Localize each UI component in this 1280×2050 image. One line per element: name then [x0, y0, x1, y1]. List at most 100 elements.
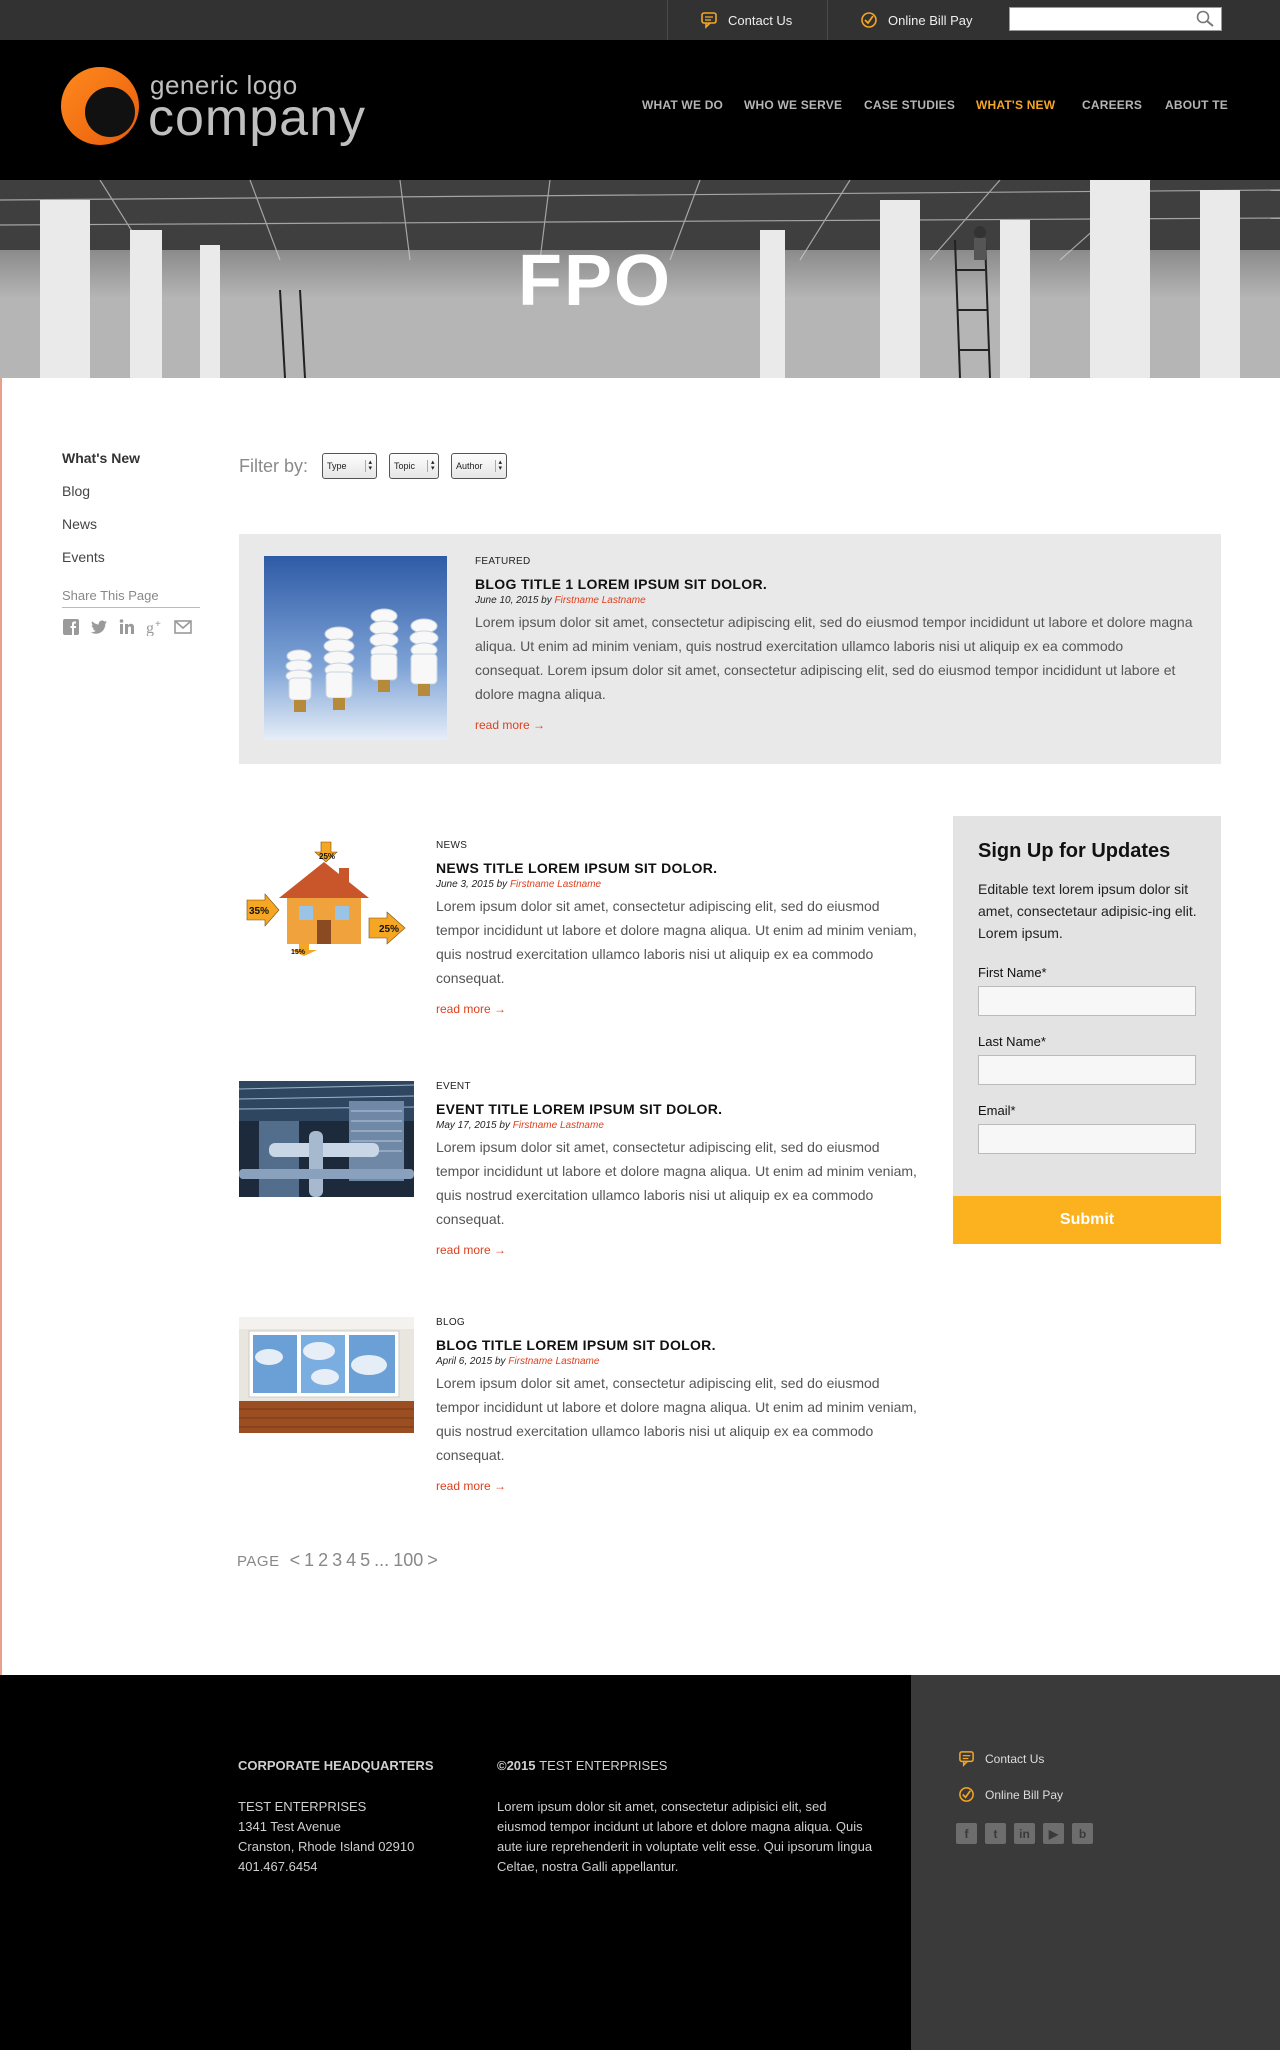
prev-page-button[interactable]: <: [290, 1550, 301, 1571]
post-type-label: BLOG: [436, 1317, 465, 1328]
author-select-value: Author: [456, 461, 483, 471]
house-roof-percent: 25%: [319, 852, 335, 861]
post-date: June 10, 2015: [475, 595, 539, 606]
read-more-link[interactable]: read more →: [436, 1479, 506, 1493]
twitter-icon[interactable]: t: [985, 1823, 1006, 1844]
sidebar-item-news[interactable]: News: [62, 514, 202, 547]
post-by: by: [541, 595, 552, 606]
search-input[interactable]: [1010, 8, 1185, 30]
nav-case-studies[interactable]: CASE STUDIES: [864, 98, 955, 112]
blog-icon[interactable]: b: [1072, 1823, 1093, 1844]
last-name-field[interactable]: [978, 1055, 1196, 1085]
post-author[interactable]: Firstname Lastname: [513, 1120, 604, 1131]
nav-careers[interactable]: CAREERS: [1082, 98, 1142, 112]
filter-bar: Filter by: Type ▴ ▾ Topic ▴ ▾ Author ▴ ▾: [239, 452, 508, 480]
post-date: April 6, 2015: [436, 1356, 493, 1367]
email-icon[interactable]: [174, 618, 192, 636]
contact-us-link[interactable]: Contact Us: [667, 0, 827, 40]
facebook-icon[interactable]: [62, 618, 80, 636]
nav-whats-new[interactable]: WHAT'S NEW: [976, 98, 1055, 112]
page-link[interactable]: 1: [304, 1550, 314, 1571]
post-meta: June 10, 2015 by Firstname Lastname: [475, 595, 1195, 606]
submit-button[interactable]: Submit: [953, 1196, 1221, 1244]
featured-post: FEATURED BLOG TITLE 1 LOREM IPSUM SIT DO…: [239, 534, 1221, 764]
pagination: PAGE < 1 2 3 4 5 ... 100 >: [237, 1550, 438, 1571]
logo-text-bottom: company: [148, 89, 366, 147]
read-more-link[interactable]: read more →: [436, 1243, 506, 1257]
page-link-last[interactable]: 100: [393, 1550, 423, 1571]
nav-who-we-serve[interactable]: WHO WE SERVE: [744, 98, 842, 112]
youtube-icon[interactable]: ▶: [1043, 1823, 1064, 1844]
pagination-ellipsis: ...: [374, 1550, 390, 1570]
footer-address-line2: Cranston, Rhode Island 02910: [238, 1839, 415, 1854]
post-event-image[interactable]: [239, 1081, 414, 1197]
post-type-label: FEATURED: [475, 556, 531, 567]
next-page-button[interactable]: >: [427, 1550, 438, 1571]
page-link[interactable]: 3: [332, 1550, 342, 1571]
post-blog-image[interactable]: [239, 1317, 414, 1433]
main-nav: WHAT WE DO WHO WE SERVE CASE STUDIES WHA…: [620, 98, 1228, 122]
type-select[interactable]: Type ▴ ▾: [322, 453, 378, 479]
checkmark-icon: [861, 12, 877, 28]
post-blog-title[interactable]: BLOG TITLE LOREM IPSUM SIT DOLOR.: [436, 1337, 926, 1353]
last-name-label: Last Name*: [978, 1034, 1046, 1049]
post-news-image[interactable]: 25% 35% 25% 15%: [239, 840, 414, 956]
page-link[interactable]: 2: [318, 1550, 328, 1571]
search-box: [1009, 7, 1222, 31]
google-plus-icon[interactable]: g +: [146, 618, 164, 637]
author-select[interactable]: Author ▴ ▾: [451, 453, 508, 479]
topic-select[interactable]: Topic ▴ ▾: [389, 453, 440, 479]
post-date: May 17, 2015: [436, 1120, 497, 1131]
post-by: by: [494, 1356, 506, 1367]
post-blog-excerpt: Lorem ipsum dolor sit amet, consectetur …: [436, 1375, 917, 1463]
select-arrows-icon: ▴ ▾: [427, 459, 435, 472]
email-field[interactable]: [978, 1124, 1196, 1154]
footer-contact-us-link[interactable]: Contact Us: [958, 1750, 1044, 1767]
site-header: generic logo company WHAT WE DO WHO WE S…: [0, 40, 1280, 180]
footer-online-bill-pay-label: Online Bill Pay: [985, 1787, 1064, 1802]
sidebar-item-whats-new[interactable]: What's New: [62, 448, 202, 481]
page-link[interactable]: 4: [346, 1550, 356, 1571]
linkedin-icon[interactable]: in: [1014, 1823, 1035, 1844]
post-event-body: EVENT EVENT TITLE LOREM IPSUM SIT DOLOR.…: [436, 1081, 926, 1259]
nav-about[interactable]: ABOUT TE: [1165, 98, 1228, 112]
twitter-icon[interactable]: [90, 618, 108, 636]
footer-online-bill-pay-link[interactable]: Online Bill Pay: [958, 1786, 1063, 1803]
online-bill-pay-link[interactable]: Online Bill Pay: [827, 0, 1005, 40]
post-news-title[interactable]: NEWS TITLE LOREM IPSUM SIT DOLOR.: [436, 860, 926, 876]
page-link[interactable]: 5: [360, 1550, 370, 1571]
select-arrows-icon: ▴ ▾: [494, 459, 502, 472]
post-event-title[interactable]: EVENT TITLE LOREM IPSUM SIT DOLOR.: [436, 1101, 926, 1117]
first-name-label: First Name*: [978, 965, 1047, 980]
sidebar-item-blog[interactable]: Blog: [62, 481, 202, 514]
featured-post-image[interactable]: [264, 556, 447, 740]
online-bill-pay-label: Online Bill Pay: [888, 12, 973, 28]
copyright-company: TEST ENTERPRISES: [539, 1758, 668, 1773]
chat-bubble-icon: [701, 12, 717, 29]
facebook-icon[interactable]: f: [956, 1823, 977, 1844]
read-more-link[interactable]: read more →: [436, 1002, 506, 1016]
sidebar-item-events[interactable]: Events: [62, 547, 202, 580]
post-author[interactable]: Firstname Lastname: [510, 879, 601, 890]
type-select-value: Type: [327, 461, 347, 471]
hero-title: FPO: [517, 241, 672, 321]
post-meta: June 3, 2015 by Firstname Lastname: [436, 879, 926, 890]
house-floor-percent: 15%: [291, 949, 306, 956]
read-more-link[interactable]: read more →: [475, 718, 545, 732]
hero-banner: FPO: [0, 180, 1280, 378]
linkedin-icon[interactable]: [118, 618, 136, 636]
company-logo[interactable]: generic logo company: [60, 66, 390, 156]
first-name-field[interactable]: [978, 986, 1196, 1016]
nav-what-we-do[interactable]: WHAT WE DO: [642, 98, 723, 112]
post-by: by: [496, 879, 508, 890]
empty-room-windows-image: [239, 1317, 414, 1433]
filter-label: Filter by:: [239, 455, 309, 476]
post-type-label: NEWS: [436, 840, 468, 851]
signup-description: Editable text lorem ipsum dolor sit amet…: [978, 881, 1197, 941]
email-label: Email*: [978, 1103, 1016, 1118]
post-author[interactable]: Firstname Lastname: [555, 595, 646, 606]
search-icon[interactable]: [1195, 10, 1215, 28]
featured-post-title[interactable]: BLOG TITLE 1 LOREM IPSUM SIT DOLOR.: [475, 576, 1195, 592]
contact-us-label: Contact Us: [728, 12, 793, 28]
post-author[interactable]: Firstname Lastname: [508, 1356, 599, 1367]
